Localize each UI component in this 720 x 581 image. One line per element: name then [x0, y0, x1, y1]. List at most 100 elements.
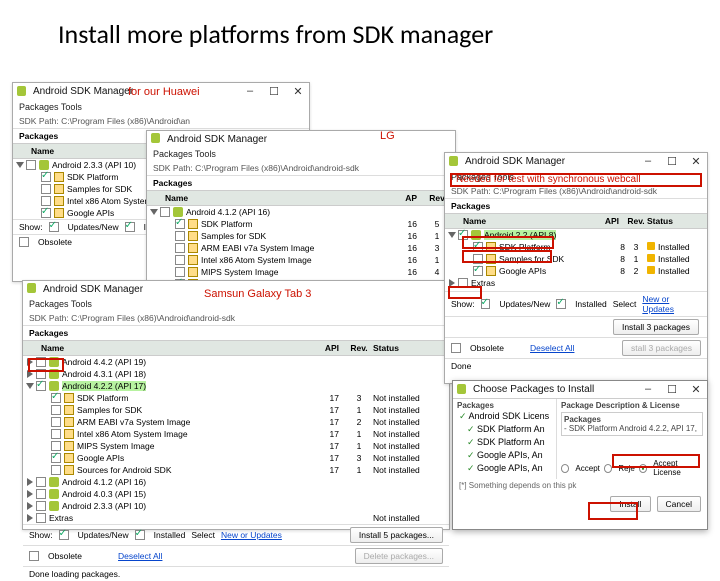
tree-item[interactable]: SDK Platform An — [457, 423, 552, 436]
pkg-group: Android 4.2.2 (API 17) — [62, 381, 146, 391]
tree-item[interactable]: SDK Platform An — [457, 436, 552, 449]
dialog-title: Choose Packages to Install — [473, 384, 641, 395]
tree-item[interactable]: Android SDK Licens — [457, 410, 552, 423]
checkbox[interactable] — [26, 160, 36, 170]
package-icon — [188, 219, 198, 229]
android-icon — [49, 489, 59, 499]
expand-icon[interactable] — [27, 514, 33, 522]
pkg-item: ARM EABI v7a System Image — [201, 243, 314, 253]
checkbox[interactable] — [175, 243, 185, 253]
checkbox[interactable] — [51, 405, 61, 415]
close-icon[interactable]: ✕ — [689, 155, 703, 168]
install-button[interactable]: Install 3 packages — [613, 319, 699, 335]
checkbox-installed[interactable] — [135, 530, 145, 540]
package-icon — [64, 453, 74, 463]
highlight-box — [462, 236, 554, 249]
checkbox[interactable] — [41, 208, 51, 218]
checkbox[interactable] — [41, 172, 51, 182]
checkbox-obsolete[interactable] — [29, 551, 39, 561]
checkbox-updates[interactable] — [59, 530, 69, 540]
checkbox[interactable] — [51, 429, 61, 439]
checkbox[interactable] — [175, 231, 185, 241]
pkg-item: Google APIs — [67, 208, 114, 218]
minimize-icon[interactable]: – — [641, 155, 655, 168]
highlight-box — [462, 250, 552, 263]
expand-icon[interactable] — [27, 490, 33, 498]
pkg-item: SDK Platform — [67, 172, 119, 182]
highlight-box — [588, 502, 638, 520]
checkbox-updates[interactable] — [49, 222, 59, 232]
maximize-icon[interactable]: ☐ — [267, 85, 281, 98]
sdk-path-label: SDK Path: — [29, 313, 69, 323]
checkbox[interactable] — [41, 184, 51, 194]
sdk-path: C:\Program Files (x86)\Android\an — [61, 116, 190, 126]
radio-accept[interactable] — [561, 464, 569, 473]
select-link[interactable]: New or Updates — [221, 530, 282, 540]
checkbox[interactable] — [36, 477, 46, 487]
checkbox[interactable] — [51, 417, 61, 427]
tree-item[interactable]: Google APIs, An — [457, 449, 552, 462]
expand-icon[interactable] — [16, 162, 24, 168]
show-label: Show: — [451, 299, 475, 309]
sdk-path-label: SDK Path: — [451, 186, 491, 196]
pkg-item: ARM EABI v7a System Image — [77, 417, 190, 427]
checkbox[interactable] — [51, 393, 61, 403]
deselect-link[interactable]: Deselect All — [118, 551, 162, 561]
col-api: API — [315, 343, 345, 353]
checkbox-installed[interactable] — [125, 222, 135, 232]
menu-bar[interactable]: Packages Tools — [13, 100, 309, 114]
checkbox[interactable] — [41, 196, 51, 206]
expand-icon[interactable] — [27, 478, 33, 486]
pkg-group: Android 4.0.3 (API 15) — [62, 489, 146, 499]
checkbox-installed[interactable] — [556, 299, 566, 309]
expand-icon[interactable] — [27, 502, 33, 510]
select-link[interactable]: New or Updates — [642, 294, 701, 314]
checkbox[interactable] — [175, 219, 185, 229]
packages-label: Packages — [147, 176, 455, 190]
page-title: Install more platforms from SDK manager — [58, 18, 493, 50]
col-status: Status — [373, 343, 445, 353]
checkbox[interactable] — [175, 267, 185, 277]
sdk-path: C:\Program Files (x86)\Android\android-s… — [195, 163, 359, 173]
packages-label: Packages — [23, 326, 449, 340]
checkbox[interactable] — [160, 207, 170, 217]
checkbox[interactable] — [36, 489, 46, 499]
note-samsung: Samsun Galaxy Tab 3 — [204, 288, 311, 300]
minimize-icon[interactable]: – — [641, 383, 655, 396]
checkbox-obsolete[interactable] — [451, 343, 461, 353]
close-icon[interactable]: ✕ — [291, 85, 305, 98]
package-icon — [54, 196, 64, 206]
deselect-link[interactable]: Deselect All — [530, 343, 574, 353]
close-icon[interactable]: ✕ — [689, 383, 703, 396]
pkg-group: Android 4.4.2 (API 19) — [62, 357, 146, 367]
maximize-icon[interactable]: ☐ — [665, 383, 679, 396]
checkbox[interactable] — [51, 453, 61, 463]
install-button[interactable]: Install 5 packages... — [350, 527, 443, 543]
checkbox[interactable] — [36, 513, 46, 523]
checkbox[interactable] — [473, 266, 483, 276]
highlight-box — [28, 358, 64, 372]
tree-item[interactable]: Google APIs, An — [457, 462, 552, 475]
package-icon — [188, 231, 198, 241]
expand-icon[interactable] — [150, 209, 158, 215]
maximize-icon[interactable]: ☐ — [665, 155, 679, 168]
menu-bar[interactable]: Packages Tools — [147, 147, 455, 161]
package-icon — [188, 267, 198, 277]
checkbox-updates[interactable] — [481, 299, 491, 309]
package-icon — [64, 465, 74, 475]
installed-icon — [647, 242, 655, 250]
expand-icon[interactable] — [26, 383, 34, 389]
package-icon — [64, 417, 74, 427]
expand-icon[interactable] — [448, 232, 456, 238]
checkbox-obsolete[interactable] — [19, 237, 29, 247]
minimize-icon[interactable]: – — [243, 85, 257, 98]
checkbox[interactable] — [51, 465, 61, 475]
checkbox[interactable] — [51, 441, 61, 451]
checkbox[interactable] — [36, 501, 46, 511]
note-webcall: Needed for test with synchronous webcall — [456, 173, 641, 187]
col-api: AP — [393, 193, 423, 203]
checkbox[interactable] — [36, 381, 46, 391]
delete-button: stall 3 packages — [622, 340, 701, 356]
checkbox[interactable] — [175, 255, 185, 265]
cancel-button[interactable]: Cancel — [657, 496, 701, 512]
